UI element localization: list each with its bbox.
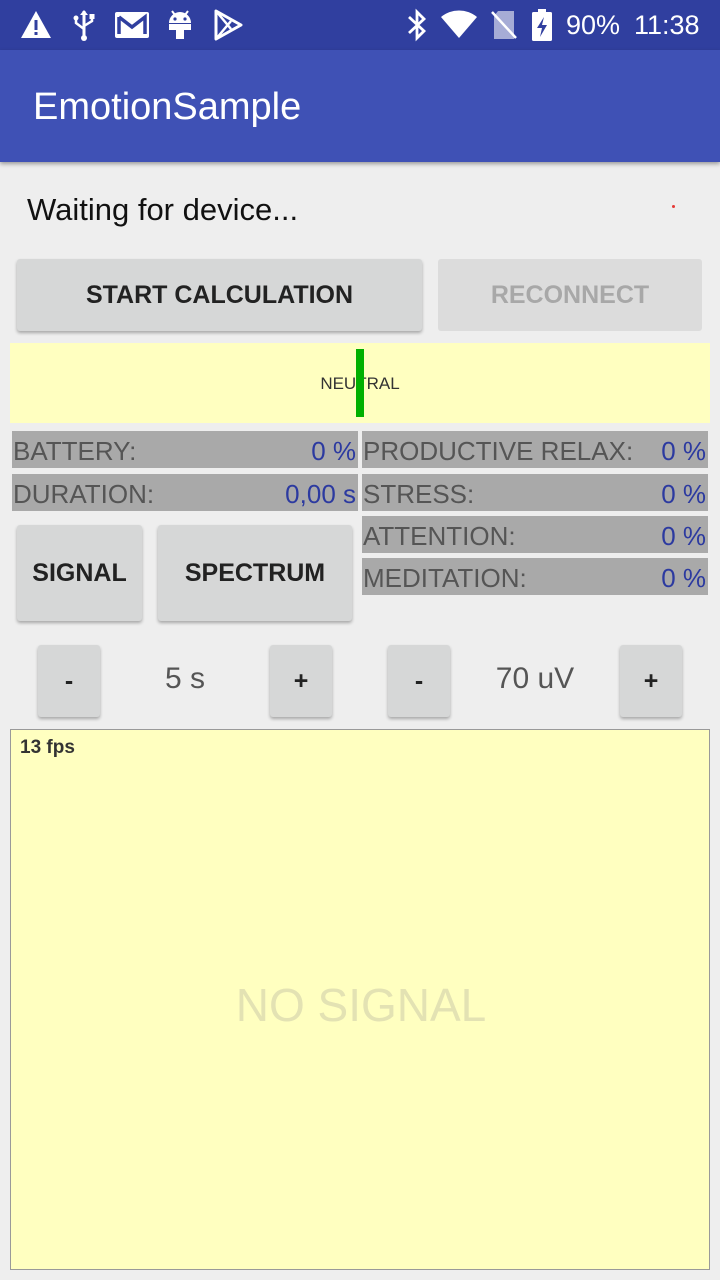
usb-icon [73, 8, 95, 42]
stat-duration-value: 0,00 s [285, 479, 356, 509]
stat-attention-label: ATTENTION: [363, 521, 516, 551]
warning-icon [20, 8, 52, 42]
android-icon [166, 8, 194, 42]
start-calculation-button[interactable]: START CALCULATION [17, 259, 422, 331]
amplitude-value: 70 uV [495, 662, 575, 695]
amplitude-decrease-button[interactable]: - [388, 645, 450, 717]
stat-meditation-label: MEDITATION: [363, 563, 527, 593]
gmail-icon [114, 8, 150, 42]
stat-stress: STRESS: 0 % [362, 474, 708, 511]
no-sim-icon [490, 8, 518, 42]
stat-duration: DURATION: 0,00 s [12, 474, 358, 511]
stat-stress-label: STRESS: [363, 479, 475, 509]
battery-charging-icon [531, 8, 553, 42]
stat-productive-relax-value: 0 % [661, 436, 706, 466]
stat-duration-label: DURATION: [13, 479, 155, 509]
status-indicator-dot [672, 205, 675, 208]
stat-meditation: MEDITATION: 0 % [362, 558, 708, 595]
time-decrease-button[interactable]: - [38, 645, 100, 717]
reconnect-button[interactable]: RECONNECT [438, 259, 702, 331]
signal-graph[interactable]: 13 fps NO SIGNAL [10, 729, 710, 1270]
stat-battery-value: 0 % [311, 436, 356, 466]
amplitude-increase-button[interactable]: + [620, 645, 682, 717]
stat-attention-value: 0 % [661, 521, 706, 551]
battery-percent: 90% [566, 10, 621, 40]
fps-counter: 13 fps [20, 737, 75, 758]
stat-stress-value: 0 % [661, 479, 706, 509]
signal-button[interactable]: SIGNAL [17, 525, 142, 621]
emotion-indicator: NEUTRAL [10, 343, 710, 423]
emotion-marker [356, 349, 364, 417]
wifi-icon [440, 8, 478, 42]
clock: 11:38 [634, 10, 700, 40]
spectrum-button[interactable]: SPECTRUM [158, 525, 352, 621]
app-bar: EmotionSample [0, 50, 720, 162]
stat-productive-relax-label: PRODUCTIVE RELAX: [363, 436, 634, 466]
stat-battery: BATTERY: 0 % [12, 431, 358, 468]
app-title: EmotionSample [33, 86, 302, 128]
bluetooth-icon [406, 8, 428, 42]
time-scale-value: 5 s [164, 662, 206, 695]
connection-status-text: Waiting for device... [27, 192, 299, 227]
stat-battery-label: BATTERY: [13, 436, 137, 466]
stat-meditation-value: 0 % [661, 563, 706, 593]
play-store-icon [213, 8, 243, 42]
status-bar: 90% 11:38 [0, 0, 720, 50]
stat-productive-relax: PRODUCTIVE RELAX: 0 % [362, 431, 708, 468]
time-increase-button[interactable]: + [270, 645, 332, 717]
stat-attention: ATTENTION: 0 % [362, 516, 708, 553]
no-signal-placeholder: NO SIGNAL [235, 979, 487, 1031]
